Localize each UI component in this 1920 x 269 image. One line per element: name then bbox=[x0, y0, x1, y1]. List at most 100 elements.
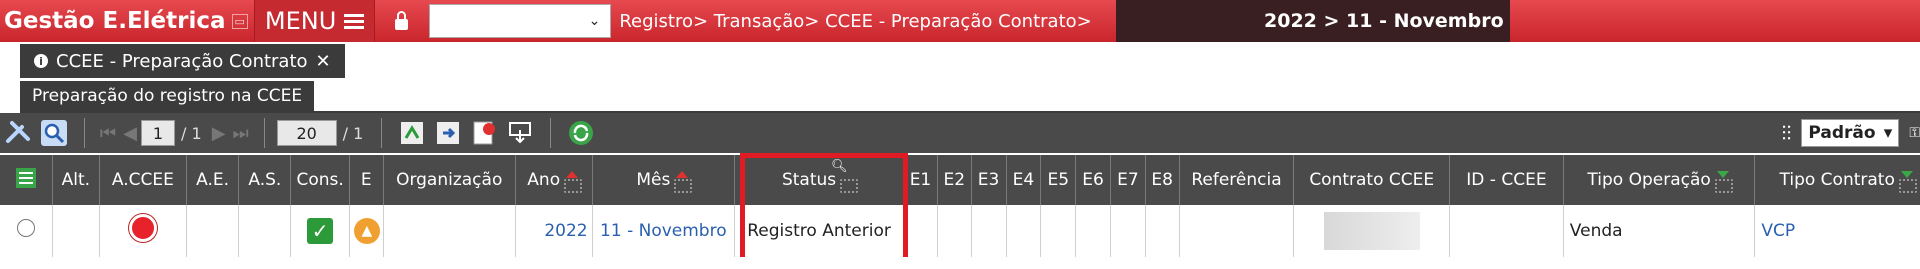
section-bar: Preparação do registro na CCEE bbox=[20, 81, 1920, 113]
toolbar-separator bbox=[263, 118, 265, 148]
col-alt[interactable]: Alt. bbox=[52, 155, 100, 205]
col-e[interactable]: E bbox=[349, 155, 384, 205]
col-e7[interactable]: E7 bbox=[1110, 155, 1146, 205]
col-tipo-operacao[interactable]: Tipo Operação bbox=[1563, 155, 1756, 205]
column-settings-icon[interactable]: ⫶⫶ bbox=[1781, 121, 1791, 145]
app-brand[interactable]: Gestão E.Elétrica ▭ bbox=[0, 0, 255, 42]
lock-button[interactable] bbox=[375, 0, 427, 42]
col-a-e[interactable]: A.E. bbox=[186, 155, 240, 205]
download-button[interactable] bbox=[502, 115, 538, 151]
section-tab[interactable]: Preparação do registro na CCEE bbox=[20, 81, 315, 111]
col-tipo-operacao-label: Tipo Operação bbox=[1587, 170, 1711, 190]
tab-ccee-preparacao[interactable]: i CCEE - Preparação Contrato ✕ bbox=[20, 44, 345, 78]
sort-desc-icon[interactable] bbox=[672, 171, 693, 193]
check-icon[interactable]: ✓ bbox=[307, 217, 334, 244]
tools-icon bbox=[6, 121, 30, 143]
col-e5[interactable]: E5 bbox=[1040, 155, 1077, 205]
col-e1[interactable]: E1 bbox=[903, 155, 938, 205]
table-row[interactable]: ✓ ▲ 2022 11 - Novembro Registro Anterior… bbox=[0, 205, 1920, 258]
cell-alt bbox=[52, 205, 100, 258]
col-mes-label: Mês bbox=[636, 170, 671, 190]
menu-label: MENU bbox=[264, 7, 337, 35]
col-ano[interactable]: Ano bbox=[515, 155, 593, 205]
pdf-button[interactable] bbox=[466, 115, 502, 151]
cell-e5 bbox=[1040, 205, 1077, 258]
search-icon[interactable]: 🔍︎ bbox=[831, 159, 848, 174]
pdf-icon bbox=[473, 121, 496, 145]
rows-per-page-input[interactable]: 20 bbox=[276, 120, 337, 146]
row-radio[interactable] bbox=[16, 219, 35, 238]
col-referencia[interactable]: Referência bbox=[1179, 155, 1295, 205]
col-organizacao[interactable]: Organização bbox=[383, 155, 516, 205]
period-indicator[interactable]: 2022 > 11 - Novembro bbox=[1116, 0, 1510, 42]
cell-ano[interactable]: 2022 bbox=[515, 205, 593, 258]
cell-a-s bbox=[238, 205, 292, 258]
cell-e6 bbox=[1075, 205, 1111, 258]
col-cons[interactable]: Cons. bbox=[290, 155, 350, 205]
col-e6[interactable]: E6 bbox=[1075, 155, 1111, 205]
chevron-down-icon: ⌄ bbox=[588, 13, 601, 29]
col-contrato-ccee[interactable]: Contrato CCEE bbox=[1293, 155, 1451, 205]
col-id-ccee[interactable]: ID - CCEE bbox=[1449, 155, 1564, 205]
sync-button[interactable] bbox=[563, 115, 599, 151]
key-icon[interactable]: ⚿ bbox=[1909, 125, 1920, 141]
col-e4[interactable]: E4 bbox=[1006, 155, 1042, 205]
grid-toolbar: ⏮ ◀ 1 / 1 ▶ ⏭ 20 / 1 ⫶⫶ Padrão ▾ ⚿ bbox=[0, 113, 1920, 153]
toolbar-separator bbox=[84, 118, 85, 148]
top-bar: Gestão E.Elétrica ▭ MENU ⌄ Registro> Tra… bbox=[0, 0, 1920, 42]
sync-icon bbox=[569, 121, 594, 145]
select-all-header[interactable] bbox=[0, 155, 53, 205]
sort-asc-icon[interactable] bbox=[1713, 171, 1733, 193]
col-a-s[interactable]: A.S. bbox=[238, 155, 292, 205]
menu-button[interactable]: MENU bbox=[254, 0, 376, 42]
cell-referencia bbox=[1179, 205, 1295, 258]
app-name: Gestão E.Elétrica bbox=[4, 8, 226, 34]
col-e2[interactable]: E2 bbox=[937, 155, 972, 205]
search-icon bbox=[41, 120, 67, 146]
window-icon: ▭ bbox=[231, 13, 248, 29]
cell-contrato-ccee bbox=[1293, 205, 1451, 258]
export-button[interactable] bbox=[430, 115, 466, 151]
toolbar-right: ⫶⫶ Padrão ▾ ⚿ bbox=[1781, 113, 1920, 153]
col-status[interactable]: Status 🔍︎ bbox=[734, 155, 905, 205]
tools-button[interactable] bbox=[0, 115, 36, 151]
col-a-ccee[interactable]: A.CCEE bbox=[99, 155, 187, 205]
next-page-button[interactable]: ▶ bbox=[208, 123, 230, 144]
first-page-button[interactable]: ⏮ bbox=[97, 123, 119, 144]
prev-page-button[interactable]: ◀ bbox=[119, 123, 141, 144]
cell-e2 bbox=[937, 205, 972, 258]
status-red-icon[interactable] bbox=[128, 214, 157, 243]
sort-desc-icon[interactable] bbox=[562, 171, 583, 193]
grid-select-icon bbox=[15, 167, 36, 188]
page-input[interactable]: 1 bbox=[141, 120, 175, 146]
sort-asc-icon[interactable] bbox=[1897, 171, 1917, 193]
export-icon bbox=[437, 122, 460, 144]
cell-e1 bbox=[903, 205, 938, 258]
search-button[interactable] bbox=[36, 115, 72, 151]
tab-bar: i CCEE - Preparação Contrato ✕ bbox=[20, 44, 345, 80]
col-e8[interactable]: E8 bbox=[1145, 155, 1180, 205]
row-select-cell[interactable] bbox=[0, 205, 53, 258]
cell-id-ccee bbox=[1449, 205, 1564, 258]
col-tipo-contrato[interactable]: Tipo Contrato bbox=[1754, 155, 1920, 205]
col-mes[interactable]: Mês bbox=[592, 155, 736, 205]
cell-mes[interactable]: 11 - Novembro bbox=[592, 205, 736, 258]
info-icon: i bbox=[34, 54, 48, 68]
cell-a-ccee[interactable] bbox=[99, 205, 187, 258]
cell-a-e bbox=[186, 205, 240, 258]
view-select[interactable]: Padrão ▾ bbox=[1801, 119, 1900, 147]
breadcrumb[interactable]: Registro> Transação> CCEE - Preparação C… bbox=[611, 0, 1111, 42]
footer-spacer bbox=[0, 257, 1920, 269]
col-e3[interactable]: E3 bbox=[971, 155, 1007, 205]
rows-total: / 1 bbox=[342, 123, 364, 143]
warning-icon[interactable]: ▲ bbox=[353, 217, 380, 244]
cell-organizacao bbox=[383, 205, 516, 258]
close-icon[interactable]: ✕ bbox=[316, 51, 331, 72]
redacted-block bbox=[1323, 212, 1420, 251]
refresh-up-button[interactable] bbox=[394, 115, 430, 151]
cell-tipo-contrato[interactable]: VCP bbox=[1754, 205, 1920, 258]
cell-cons[interactable]: ✓ bbox=[290, 205, 350, 258]
last-page-button[interactable]: ⏭ bbox=[230, 123, 252, 144]
module-select[interactable]: ⌄ bbox=[429, 4, 612, 38]
cell-e[interactable]: ▲ bbox=[349, 205, 384, 258]
